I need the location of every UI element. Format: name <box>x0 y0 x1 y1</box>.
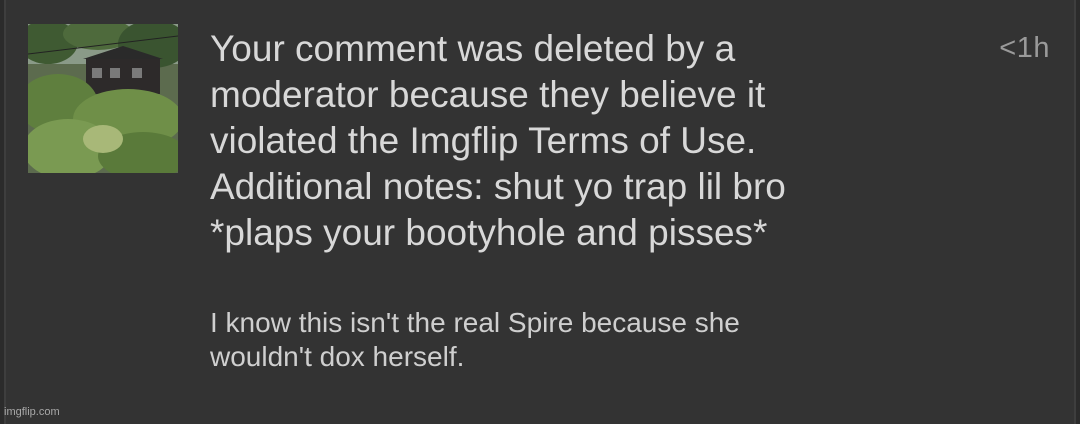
notification-card[interactable]: <1h Your comment was deleted by a modera… <box>4 0 1076 424</box>
house-photo-icon <box>28 24 178 173</box>
deleted-comment-text[interactable]: I know this isn't the real Spire because… <box>210 306 970 374</box>
imgflip-watermark: imgflip.com <box>4 406 60 418</box>
moderation-message: Your comment was deleted by a moderator … <box>210 28 786 253</box>
notification-timestamp: <1h <box>999 32 1050 64</box>
house-photo-thumbnail[interactable] <box>28 24 178 173</box>
